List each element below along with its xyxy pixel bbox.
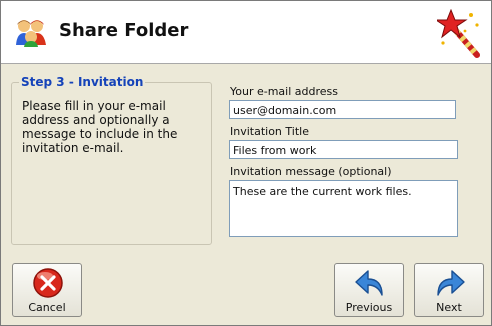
invitation-title-field[interactable]: Files from work: [229, 140, 458, 159]
share-folder-dialog: Share Folder Step 3 - Invitation Please …: [0, 0, 492, 326]
next-button[interactable]: Next: [414, 263, 484, 317]
magic-wand-icon: [437, 9, 480, 58]
invitation-message-label: Invitation message (optional): [230, 165, 392, 178]
email-label: Your e-mail address: [230, 85, 338, 98]
next-button-label: Next: [436, 301, 462, 314]
step-description: Please fill in your e-mail address and o…: [22, 99, 178, 155]
invitation-message-field[interactable]: These are the current work files.: [229, 180, 458, 237]
step-group: Step 3 - Invitation Please fill in your …: [11, 75, 212, 245]
next-arrow-icon: [437, 270, 465, 296]
email-field[interactable]: user@domain.com: [229, 100, 456, 119]
dialog-header: Share Folder: [1, 1, 491, 64]
previous-arrow-icon: [355, 270, 383, 296]
dialog-title: Share Folder: [59, 20, 189, 41]
invitation-title-label: Invitation Title: [230, 125, 309, 138]
cancel-icon: [33, 268, 63, 298]
users-share-icon: [16, 20, 46, 47]
cancel-button-label: Cancel: [28, 301, 66, 314]
cancel-button[interactable]: Cancel: [12, 263, 82, 317]
previous-button[interactable]: Previous: [334, 263, 404, 317]
step-title: Step 3 - Invitation: [19, 75, 146, 89]
previous-button-label: Previous: [345, 301, 393, 314]
